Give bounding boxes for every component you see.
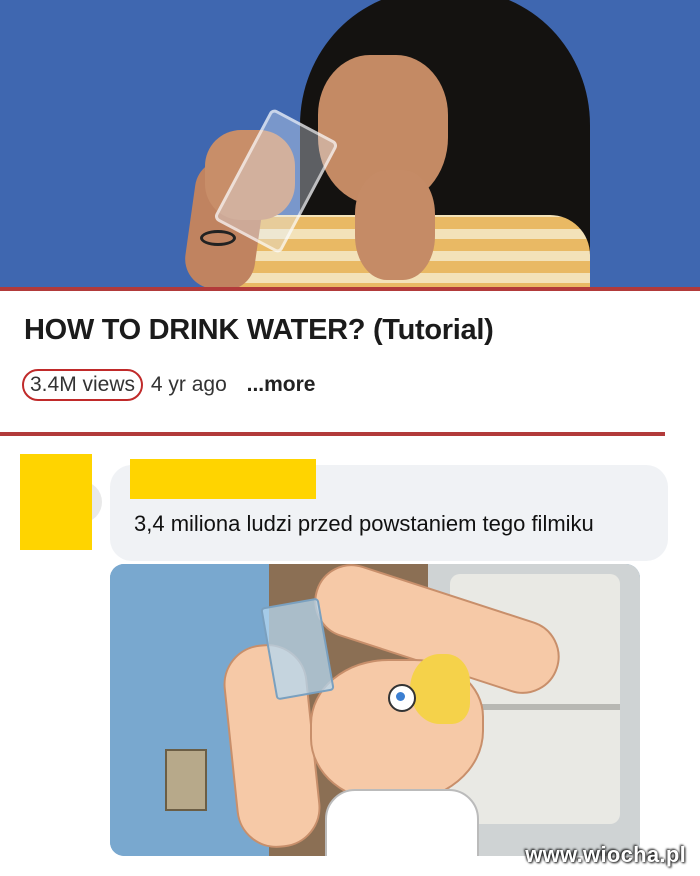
upload-age: 4 yr ago (150, 373, 227, 396)
site-watermark: www.wiocha.pl (525, 842, 686, 867)
video-meta: 3.4M views 4 yr ago ...more (22, 369, 315, 401)
more-link[interactable]: ...more (247, 373, 316, 396)
view-count-circled: 3.4M views (22, 369, 144, 401)
cartoon-eye (388, 684, 416, 712)
thumbnail-bracelet (200, 230, 236, 246)
cartoon-light-switch (165, 749, 207, 811)
video-thumbnail[interactable] (0, 0, 700, 290)
section-divider (0, 432, 665, 436)
cartoon-tank-top (325, 789, 479, 856)
video-info-card: HOW TO DRINK WATER? (Tutorial) 3.4M view… (0, 287, 700, 441)
author-name-redacted[interactable] (130, 459, 316, 499)
comment-text: 3,4 miliona ludzi przed powstaniem tego … (134, 511, 594, 536)
video-title[interactable]: HOW TO DRINK WATER? (Tutorial) (24, 314, 494, 347)
thumbnail-hand-finger (355, 170, 435, 280)
avatar-redacted[interactable] (20, 454, 92, 550)
comment-bubble: 3,4 miliona ludzi przed powstaniem tego … (110, 459, 668, 561)
comment: 3,4 miliona ludzi przed powstaniem tego … (0, 437, 700, 876)
cartoon-hair (410, 654, 470, 724)
comment-image-cartoon[interactable] (110, 564, 640, 856)
